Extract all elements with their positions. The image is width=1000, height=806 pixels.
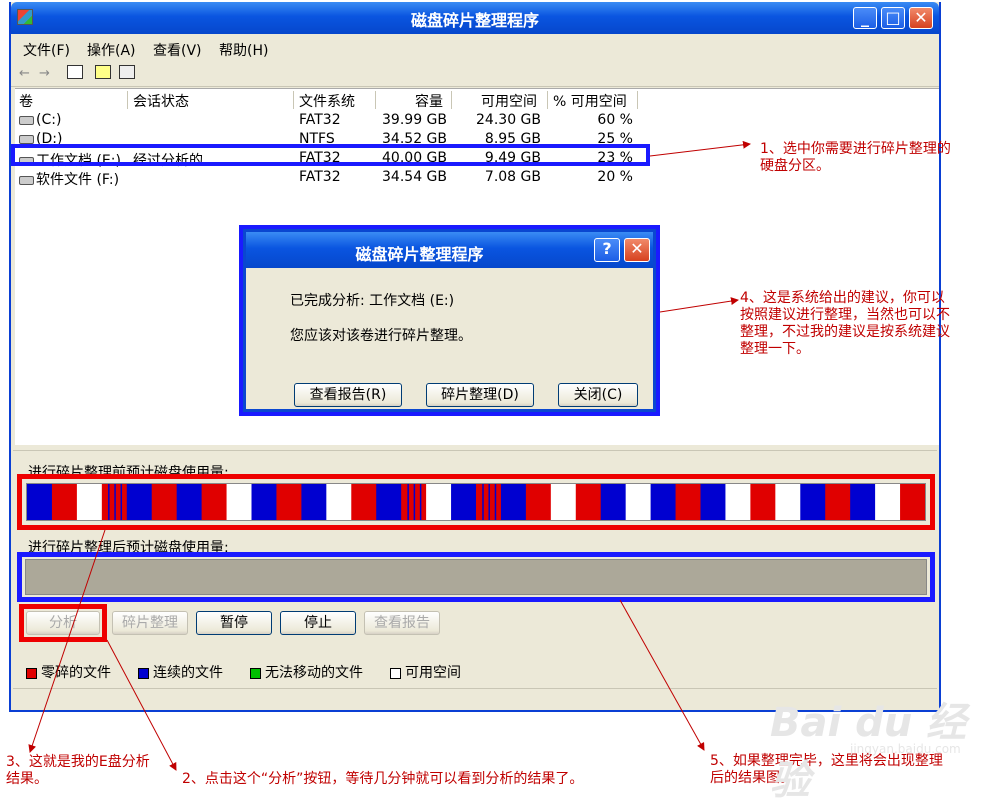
note-3: 3、这就是我的E盘分析 结果。 — [6, 754, 150, 787]
arrow-2 — [106, 639, 177, 771]
note-2: 2、点击这个“分析”按钮，等待几分钟就可以看到分析的结果了。 — [182, 771, 584, 787]
arrow-4 — [659, 297, 739, 313]
note-4: 4、这是系统给出的建议，你可以 按照建议进行整理，当然也可以不 整理，不过我的建… — [740, 290, 950, 357]
annotation-arrows — [28, 140, 751, 771]
baidu-watermark-url: jingyan.baidu.com — [850, 742, 961, 756]
arrow-1 — [649, 140, 751, 157]
arrow-5 — [619, 599, 705, 751]
arrow-3 — [28, 529, 106, 753]
note-1: 1、选中你需要进行碎片整理的 硬盘分区。 — [760, 141, 951, 174]
